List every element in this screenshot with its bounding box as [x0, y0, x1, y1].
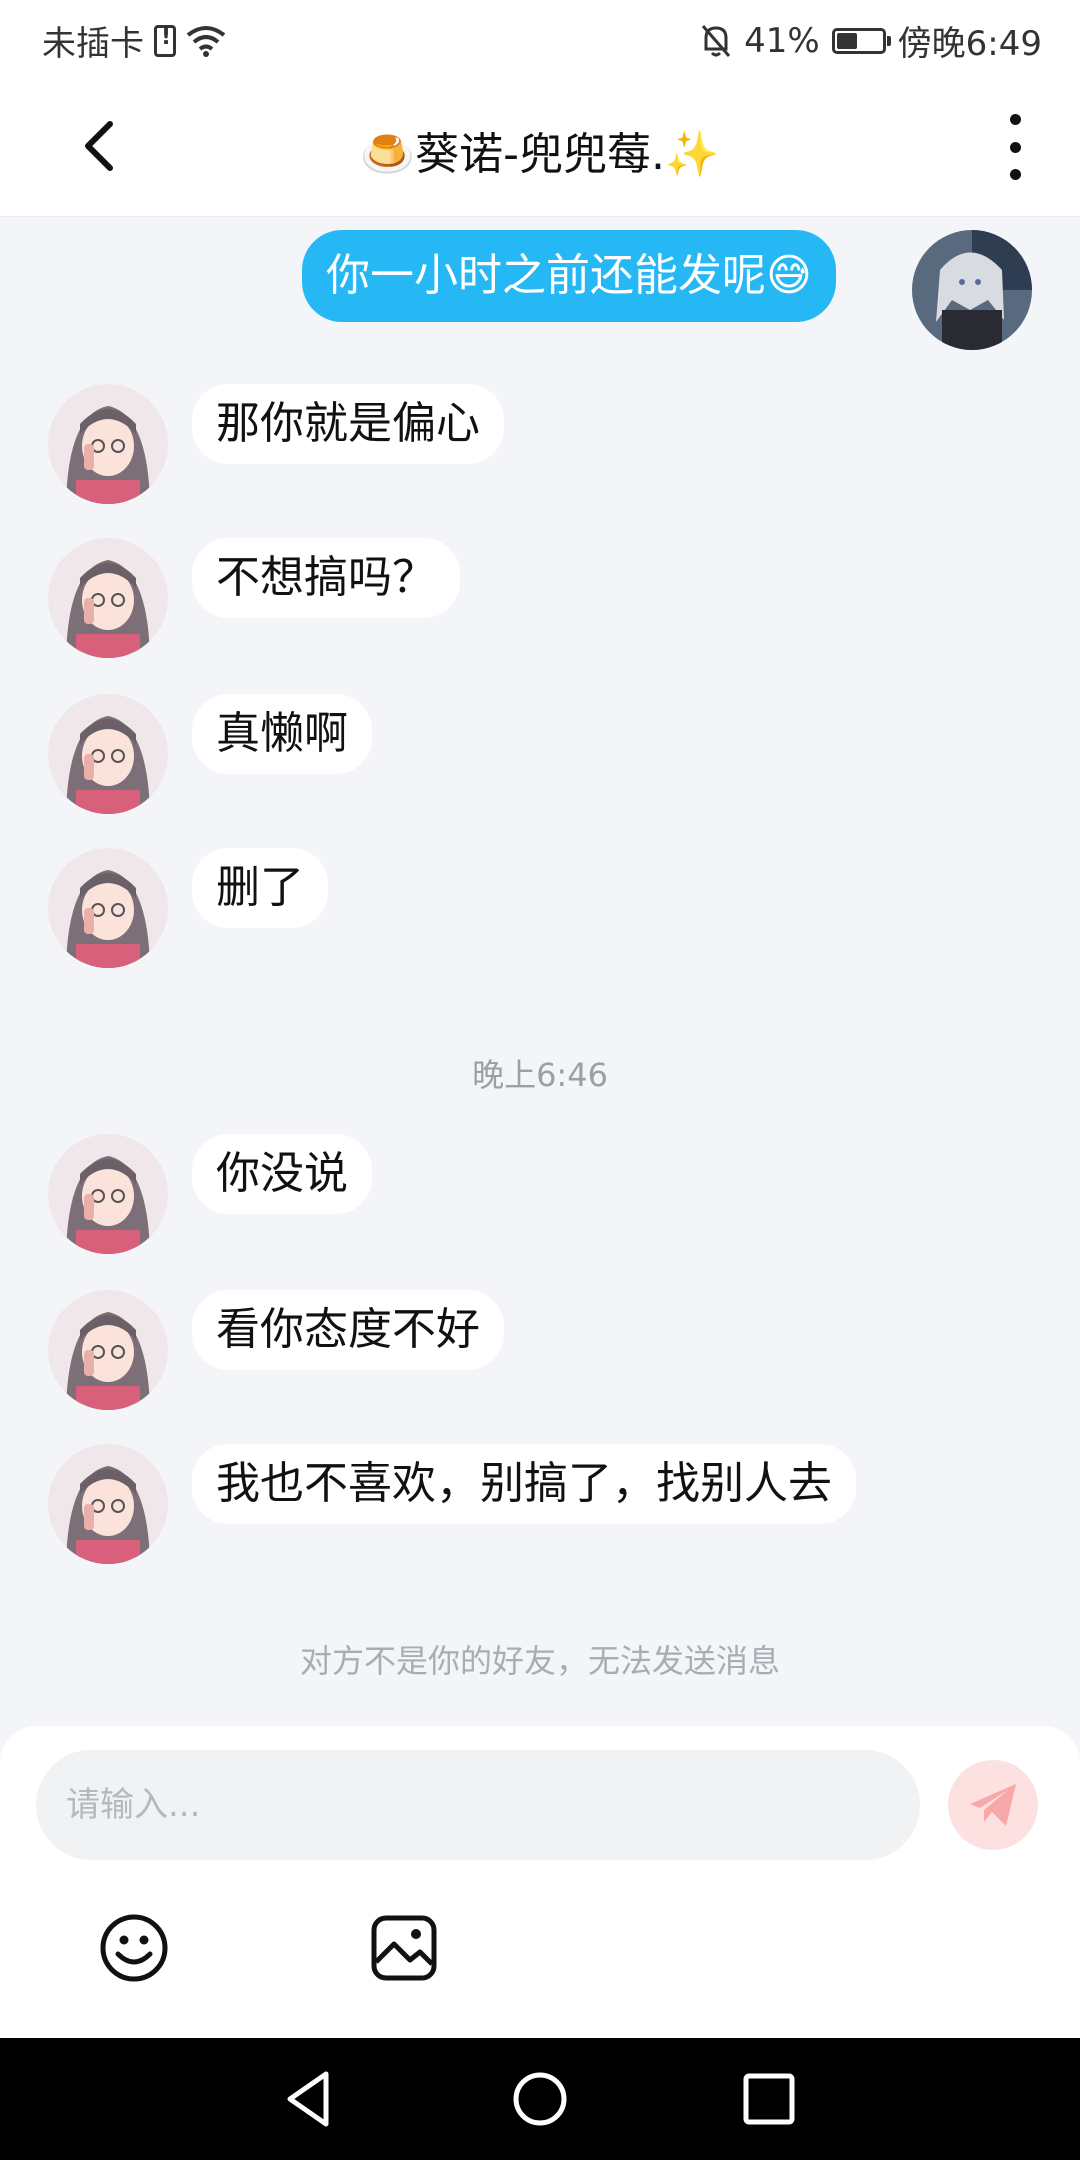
message-bubble-incoming[interactable]: 删了: [192, 848, 328, 928]
send-button[interactable]: [948, 1760, 1038, 1850]
battery-icon: [831, 27, 891, 54]
battery-percent: 41%: [744, 20, 820, 61]
avatar-contact[interactable]: [48, 848, 168, 968]
more-vertical-icon[interactable]: [1000, 114, 1030, 180]
message-input[interactable]: [36, 1750, 920, 1860]
avatar-contact[interactable]: [48, 1290, 168, 1410]
composer: [0, 1726, 1080, 2038]
status-right: 41% 傍晚6:49: [700, 16, 1042, 65]
mute-bell-icon: [701, 24, 731, 57]
system-nav-bar: [0, 2038, 1080, 2160]
message-bubble-incoming[interactable]: 你没说: [192, 1134, 372, 1214]
message-bubble-incoming[interactable]: 真懒啊: [192, 694, 372, 774]
avatar-contact[interactable]: [48, 1444, 168, 1564]
wifi-icon: [186, 25, 226, 57]
message-list[interactable]: 你一小时之前还能发呢😅 那你就是偏心 不想搞吗？ 真懒啊 删了 晚上6:46 你…: [0, 216, 1080, 1726]
nav-recents-icon[interactable]: [736, 2066, 802, 2132]
chat-screen: 未插卡 41% 傍晚6:49 🍮葵诺-兜兜莓.✨: [0, 0, 1080, 2160]
chat-title: 🍮葵诺-兜兜莓.✨: [360, 129, 720, 180]
message-bubble-incoming[interactable]: 不想搞吗？: [192, 538, 460, 618]
emoji-icon[interactable]: [98, 1912, 170, 1984]
sim-alert-icon: [154, 24, 176, 57]
message-bubble-outgoing[interactable]: 你一小时之前还能发呢😅: [302, 230, 836, 322]
time-separator: 晚上6:46: [472, 1056, 608, 1094]
avatar-contact[interactable]: [48, 694, 168, 814]
avatar-self[interactable]: [912, 230, 1032, 350]
not-friend-notice: 对方不是你的好友，无法发送消息: [299, 1642, 780, 1680]
message-bubble-incoming[interactable]: 我也不喜欢，别搞了，找别人去: [192, 1444, 856, 1524]
message-bubble-incoming[interactable]: 那你就是偏心: [192, 384, 504, 464]
avatar-contact[interactable]: [48, 1134, 168, 1254]
image-icon[interactable]: [368, 1912, 440, 1984]
avatar-contact[interactable]: [48, 538, 168, 658]
clock: 傍晚6:49: [897, 24, 1042, 64]
chat-header: 🍮葵诺-兜兜莓.✨: [0, 76, 1080, 217]
send-icon: [970, 1784, 1016, 1826]
avatar-contact[interactable]: [48, 384, 168, 504]
carrier-text: 未插卡: [42, 24, 144, 64]
message-bubble-incoming[interactable]: 看你态度不好: [192, 1290, 504, 1370]
nav-home-icon[interactable]: [507, 2066, 573, 2132]
nav-back-icon[interactable]: [276, 2066, 342, 2132]
status-left: 未插卡: [42, 16, 226, 65]
status-bar: 未插卡 41% 傍晚6:49: [0, 0, 1080, 76]
